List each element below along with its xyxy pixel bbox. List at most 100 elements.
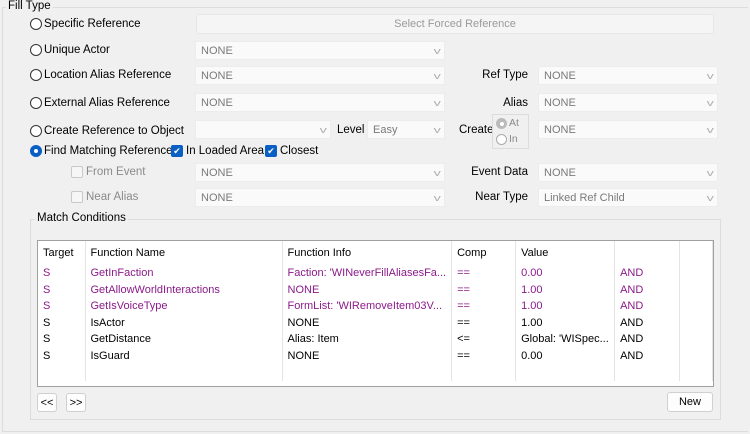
column-header-function-name[interactable]: Function Name [85, 241, 283, 265]
radio-create-reference[interactable]: Create Reference to Object [30, 125, 184, 137]
radio-unique-actor[interactable]: Unique Actor [30, 44, 110, 56]
near-alias-combo[interactable]: NONE v [195, 188, 445, 207]
checkbox-box [71, 191, 83, 203]
chevron-down-icon: v [706, 70, 714, 81]
cell-name: IsActor [85, 314, 283, 331]
radio-external-alias-reference[interactable]: External Alias Reference [30, 97, 170, 109]
ref-type-combo[interactable]: NONE v [538, 66, 718, 85]
previous-button[interactable]: << [37, 393, 57, 412]
create-combo[interactable]: NONE v [538, 120, 718, 139]
table-header: Target Function Name Function Info Comp … [38, 241, 713, 265]
cell-empty [38, 364, 86, 381]
radio-circle [30, 44, 42, 56]
cell-target: S [38, 281, 86, 298]
cell-op: AND [614, 281, 681, 298]
select-forced-reference-button[interactable]: Select Forced Reference [196, 14, 714, 34]
radio-create-at[interactable]: At [496, 117, 519, 129]
create-reference-combo[interactable]: v [195, 120, 331, 139]
from-event-checkbox[interactable]: From Event [71, 166, 145, 178]
radio-circle [496, 133, 507, 145]
cell-target: S [38, 265, 86, 282]
column-header-target[interactable]: Target [38, 241, 86, 265]
column-header-filler [679, 241, 713, 265]
cell-name: GetDistance [85, 331, 283, 348]
cell-value: 1.00 [515, 281, 616, 298]
cell-info: FormList: 'WIRemoveItem03V... [282, 298, 453, 315]
level-label: Level [337, 124, 365, 136]
cell-comp: == [451, 298, 517, 315]
column-header-function-info[interactable]: Function Info [282, 241, 453, 265]
check-icon: ✔ [171, 145, 183, 157]
column-header-op[interactable] [614, 241, 681, 265]
radio-circle [30, 97, 42, 109]
alias-combo[interactable]: NONE v [538, 93, 718, 112]
cell-op: AND [614, 265, 681, 282]
cell-empty [679, 364, 713, 381]
radio-location-alias-reference[interactable]: Location Alias Reference [30, 69, 171, 81]
near-type-label: Near Type [475, 191, 528, 203]
new-condition-button[interactable]: New [667, 392, 713, 412]
closest-checkbox[interactable]: ✔ Closest [265, 145, 318, 157]
chevron-down-icon: v [706, 97, 714, 108]
chevron-down-icon: v [433, 45, 441, 56]
cell-filler [679, 314, 713, 331]
checkbox-box [71, 166, 83, 178]
event-data-combo[interactable]: NONE v [538, 163, 718, 182]
empty-row [38, 364, 713, 381]
cell-comp: == [451, 347, 517, 364]
cell-name: GetAllowWorldInteractions [85, 281, 283, 298]
next-button[interactable]: >> [66, 393, 86, 412]
cell-op: AND [614, 347, 681, 364]
table-row[interactable]: S GetInFaction Faction: 'WINeverFillAliase… [38, 265, 713, 282]
cell-target: S [38, 331, 86, 348]
table-row[interactable]: S GetDistance Alias: Item <= Global: 'WISpec… [38, 331, 713, 348]
chevron-down-icon: v [433, 192, 441, 203]
radio-circle-selected [496, 117, 507, 129]
cell-filler [679, 265, 713, 282]
chevron-down-icon: v [706, 192, 714, 203]
cell-name: IsGuard [85, 347, 283, 364]
cell-name: GetIsVoiceType [85, 298, 283, 315]
cell-op: AND [614, 298, 681, 315]
chevron-down-icon: v [706, 167, 714, 178]
ref-type-label: Ref Type [482, 69, 528, 81]
radio-circle [30, 69, 42, 81]
chevron-down-icon: v [433, 167, 441, 178]
cell-op: AND [614, 331, 681, 348]
cell-comp: == [451, 265, 517, 282]
location-alias-combo[interactable]: NONE v [195, 66, 445, 85]
cell-target: S [38, 314, 86, 331]
fill-type-title: Fill Type [6, 0, 53, 12]
external-alias-combo[interactable]: NONE v [195, 93, 445, 112]
radio-specific-reference[interactable]: Specific Reference [30, 18, 141, 30]
unique-actor-combo[interactable]: NONE v [195, 41, 445, 60]
column-header-value[interactable]: Value [515, 241, 616, 265]
chevron-down-icon: v [319, 124, 327, 135]
near-alias-checkbox[interactable]: Near Alias [71, 191, 138, 203]
check-icon: ✔ [265, 145, 277, 157]
column-header-comp[interactable]: Comp [451, 241, 517, 265]
radio-find-matching-reference[interactable]: Find Matching Reference [30, 145, 172, 157]
chevron-down-icon: v [706, 124, 714, 135]
cell-comp: == [451, 281, 517, 298]
table-row[interactable]: S IsActor NONE == 1.00 AND [38, 314, 713, 331]
conditions-table[interactable]: Target Function Name Function Info Comp … [37, 240, 714, 387]
chevron-down-icon: v [433, 97, 441, 108]
alias-label: Alias [503, 97, 528, 109]
table-row[interactable]: S GetAllowWorldInteractions NONE == 1.00 AND [38, 281, 713, 298]
cell-value: 0.00 [515, 347, 616, 364]
cell-info: Alias: Item [282, 331, 453, 348]
radio-circle [30, 18, 42, 30]
in-loaded-area-checkbox[interactable]: ✔ In Loaded Area [171, 145, 264, 157]
radio-circle [30, 125, 42, 137]
table-row[interactable]: S GetIsVoiceType FormList: 'WIRemoveItem03… [38, 298, 713, 315]
table-row[interactable]: S IsGuard NONE == 0.00 AND [38, 347, 713, 364]
cell-filler [679, 347, 713, 364]
radio-create-in[interactable]: In [496, 133, 518, 145]
cell-value: 1.00 [515, 314, 616, 331]
level-combo[interactable]: Easy v [367, 120, 445, 139]
cell-info: Faction: 'WINeverFillAliasesFa... [282, 265, 453, 282]
cell-empty [614, 364, 681, 381]
from-event-combo[interactable]: NONE v [195, 163, 445, 182]
near-type-combo[interactable]: Linked Ref Child v [538, 188, 718, 207]
